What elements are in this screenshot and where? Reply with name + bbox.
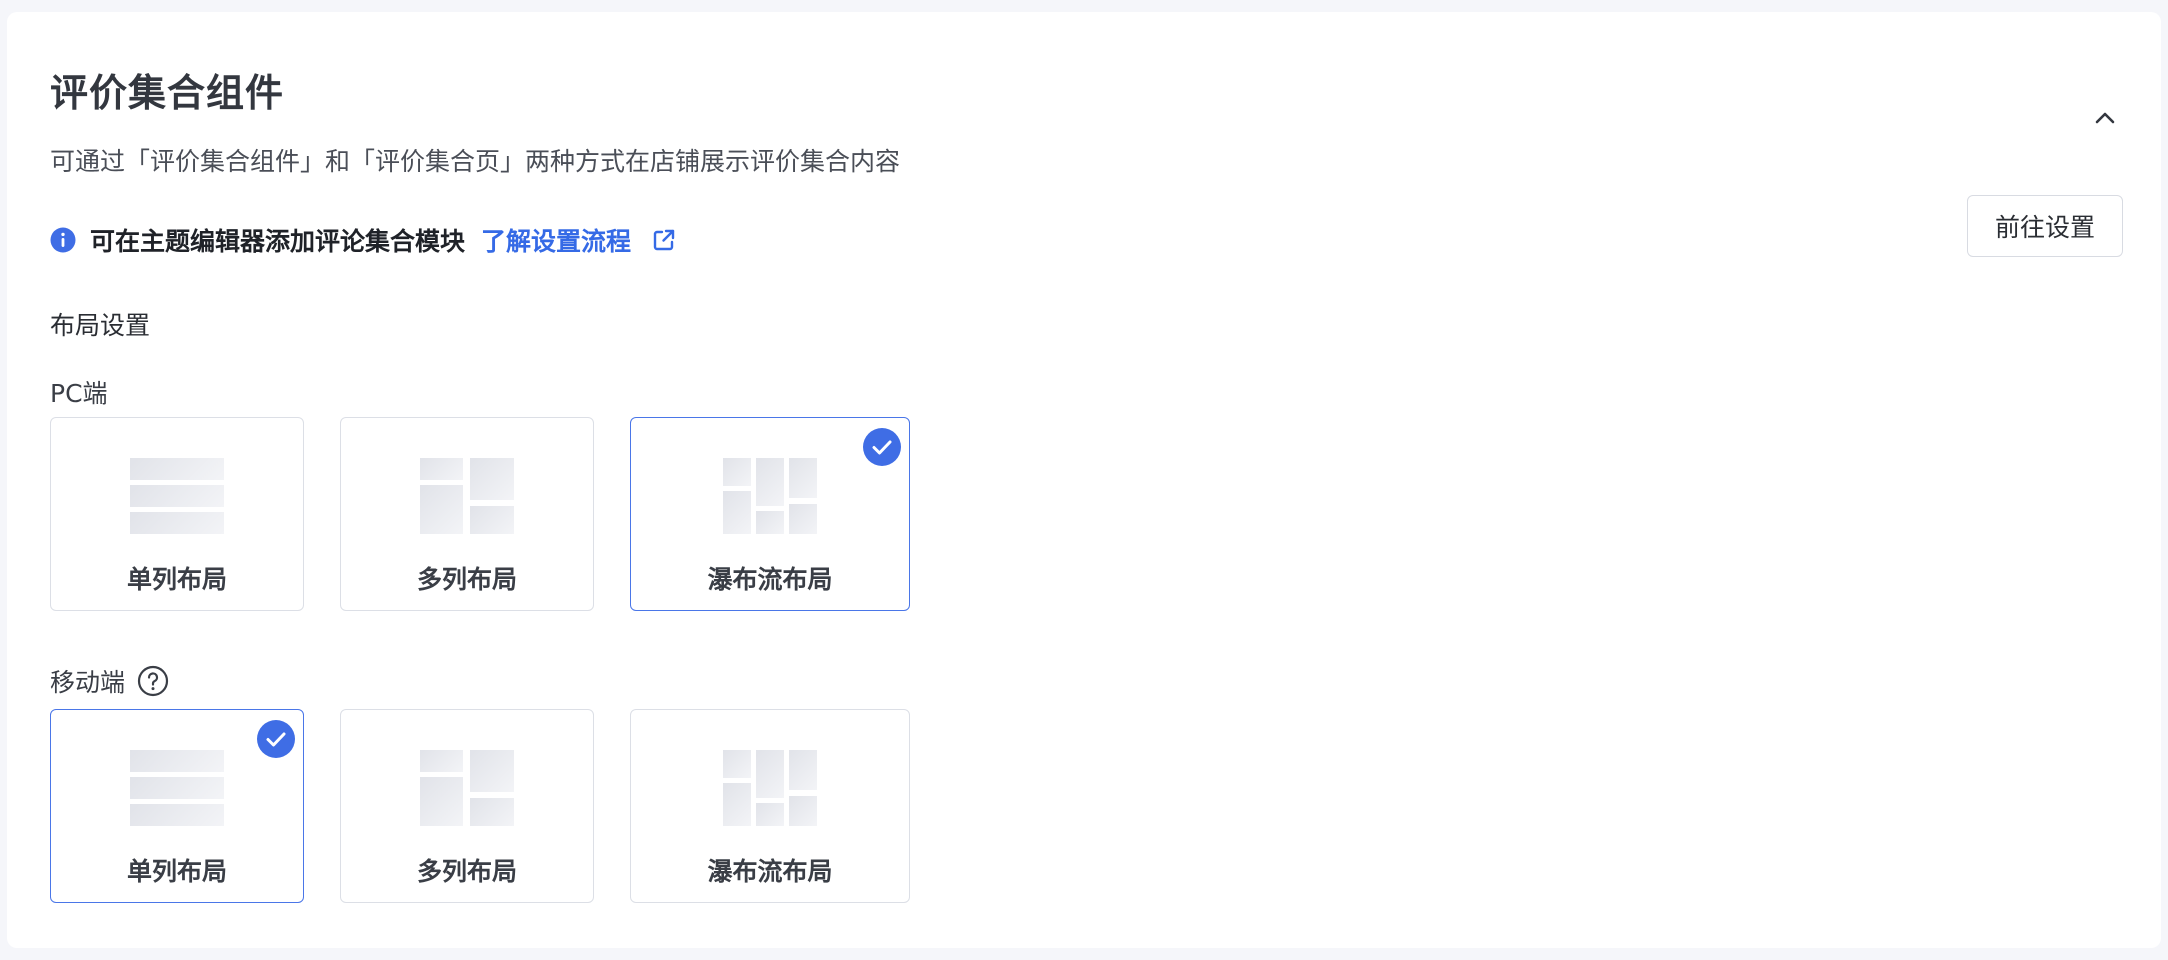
multi-column-thumbnail: [420, 458, 514, 534]
mobile-option-waterfall-label: 瀑布流布局: [707, 857, 833, 886]
pc-option-waterfall[interactable]: 瀑布流布局: [630, 417, 910, 611]
mobile-option-multi[interactable]: 多列布局: [340, 709, 594, 903]
help-icon[interactable]: [137, 665, 169, 697]
mobile-label-text: 移动端: [50, 668, 126, 697]
mobile-option-single-label: 单列布局: [126, 857, 227, 886]
layout-section-label: 布局设置: [50, 311, 151, 340]
mobile-option-multi-label: 多列布局: [416, 857, 517, 886]
pc-option-waterfall-label: 瀑布流布局: [707, 565, 833, 594]
single-column-thumbnail: [130, 458, 224, 534]
page-title: 评价集合组件: [50, 71, 285, 115]
tip-bar: 可在主题编辑器添加评论集合模块 了解设置流程: [50, 222, 677, 258]
pc-label-text: PC端: [50, 379, 108, 408]
collapse-button[interactable]: [2085, 98, 2125, 138]
page-subtitle: 可通过「评价集合组件」和「评价集合页」两种方式在店铺展示评价集合内容: [50, 147, 901, 176]
pc-option-single[interactable]: 单列布局: [50, 417, 304, 611]
mobile-option-single[interactable]: 单列布局: [50, 709, 304, 903]
check-icon: [257, 720, 295, 758]
pc-option-single-label: 单列布局: [126, 565, 227, 594]
pc-label: PC端: [50, 374, 108, 410]
waterfall-thumbnail: [723, 458, 817, 534]
goto-settings-button[interactable]: 前往设置: [1967, 195, 2123, 257]
tip-text: 可在主题编辑器添加评论集合模块: [90, 227, 466, 256]
mobile-label: 移动端: [50, 663, 169, 699]
mobile-option-waterfall[interactable]: 瀑布流布局: [630, 709, 910, 903]
learn-setup-link[interactable]: 了解设置流程: [481, 222, 631, 258]
check-icon: [863, 428, 901, 466]
waterfall-thumbnail: [723, 750, 817, 826]
info-icon: [50, 227, 76, 253]
single-column-thumbnail: [130, 750, 224, 826]
multi-column-thumbnail: [420, 750, 514, 826]
external-link-icon[interactable]: [651, 227, 677, 253]
chevron-up-icon: [2095, 112, 2115, 124]
pc-option-multi[interactable]: 多列布局: [340, 417, 594, 611]
review-collection-card: 评价集合组件 可通过「评价集合组件」和「评价集合页」两种方式在店铺展示评价集合内…: [7, 12, 2161, 948]
pc-option-multi-label: 多列布局: [416, 565, 517, 594]
